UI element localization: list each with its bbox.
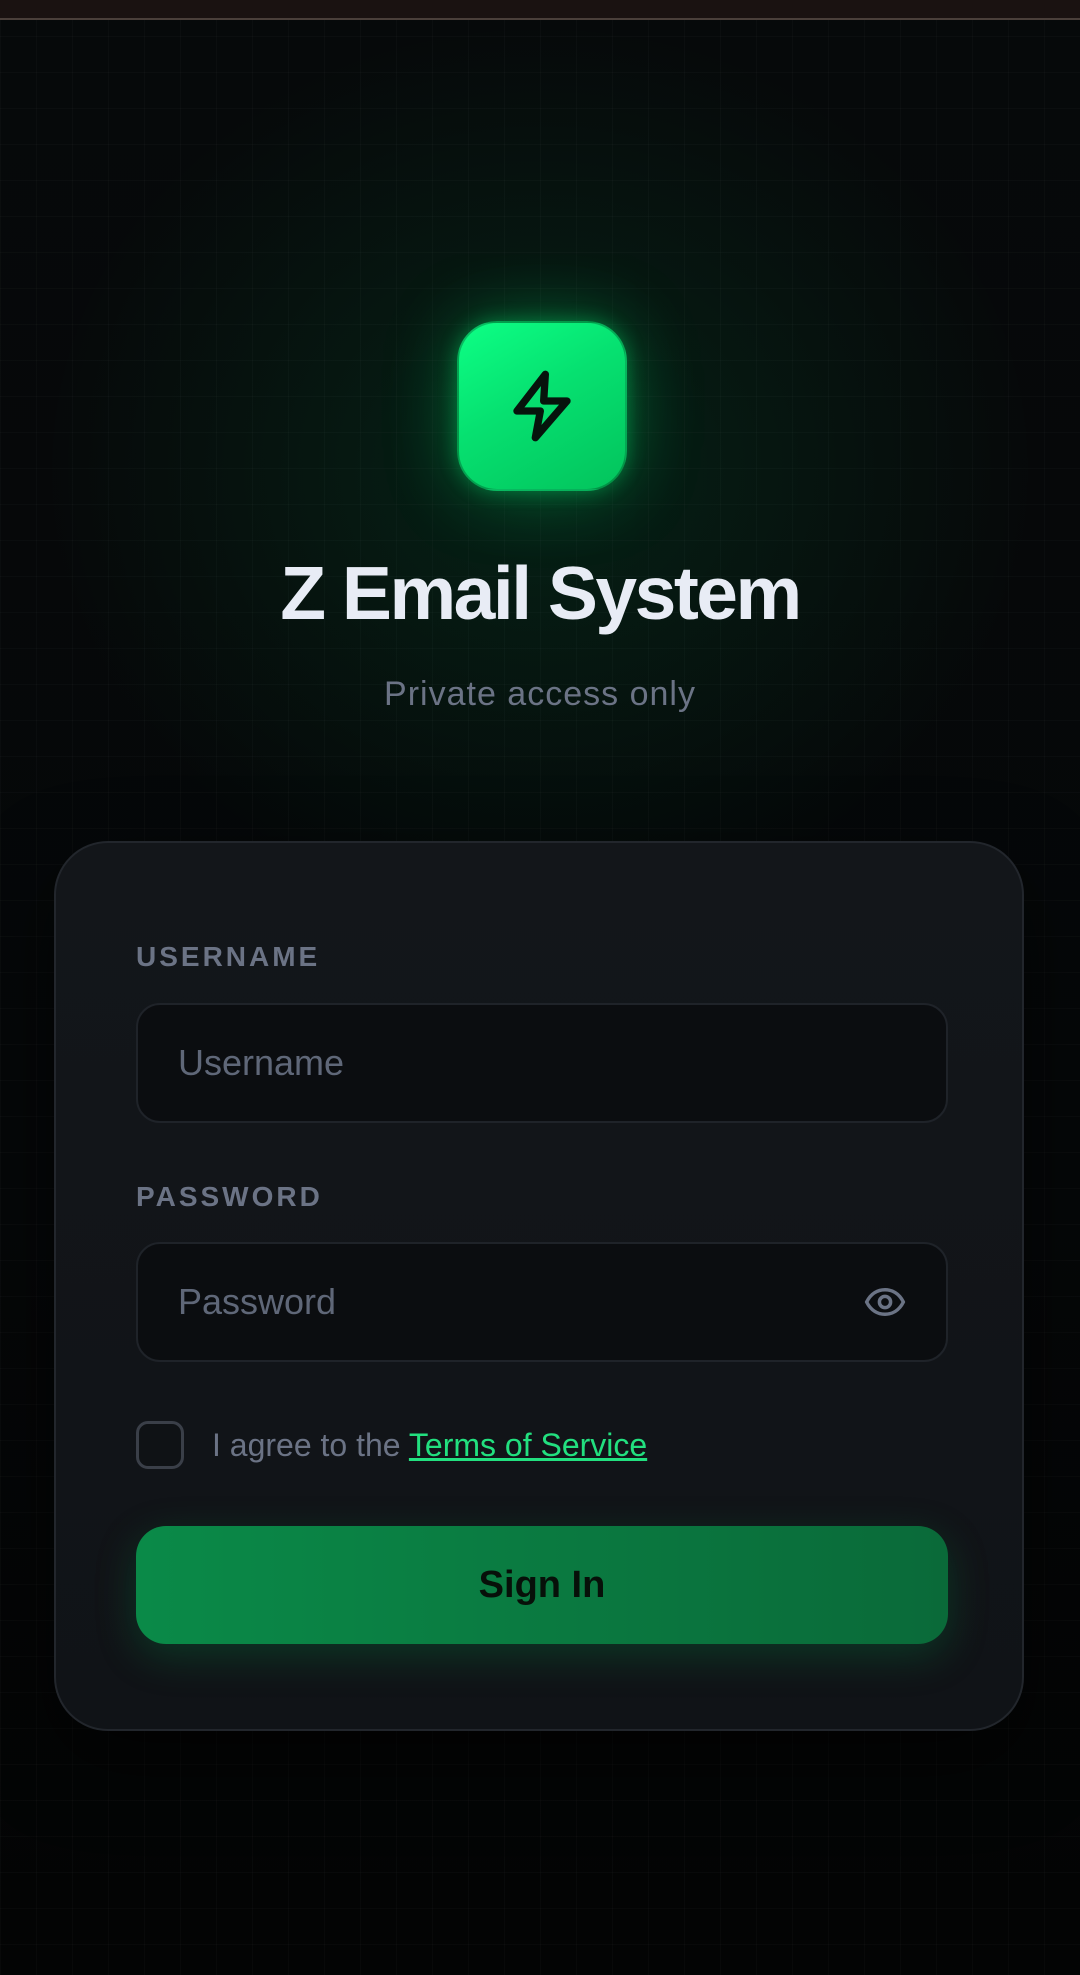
login-card: USERNAME PASSWORD I agree to the Terms o… xyxy=(54,841,1024,1731)
terms-prefix: I agree to the xyxy=(212,1427,409,1463)
app-logo xyxy=(457,321,627,491)
terms-checkbox[interactable] xyxy=(136,1421,184,1469)
terms-of-service-link[interactable]: Terms of Service xyxy=(409,1427,647,1463)
app-title: Z Email System xyxy=(280,551,802,635)
username-label: USERNAME xyxy=(136,941,321,972)
eye-icon xyxy=(864,1288,906,1316)
status-bar xyxy=(0,0,1080,20)
terms-text: I agree to the Terms of Service xyxy=(212,1425,647,1465)
login-screen: Z Email System Private access only USERN… xyxy=(0,0,1080,1975)
password-input[interactable] xyxy=(138,1244,946,1360)
show-password-button[interactable] xyxy=(864,1284,906,1320)
password-field xyxy=(136,1242,948,1362)
password-label: PASSWORD xyxy=(136,1181,323,1212)
sign-in-button[interactable]: Sign In xyxy=(136,1526,948,1644)
username-field xyxy=(136,1003,948,1123)
lightning-bolt-icon xyxy=(513,370,571,442)
username-input[interactable] xyxy=(138,1005,946,1121)
app-subtitle: Private access only xyxy=(384,675,696,713)
terms-row: I agree to the Terms of Service xyxy=(136,1420,647,1470)
